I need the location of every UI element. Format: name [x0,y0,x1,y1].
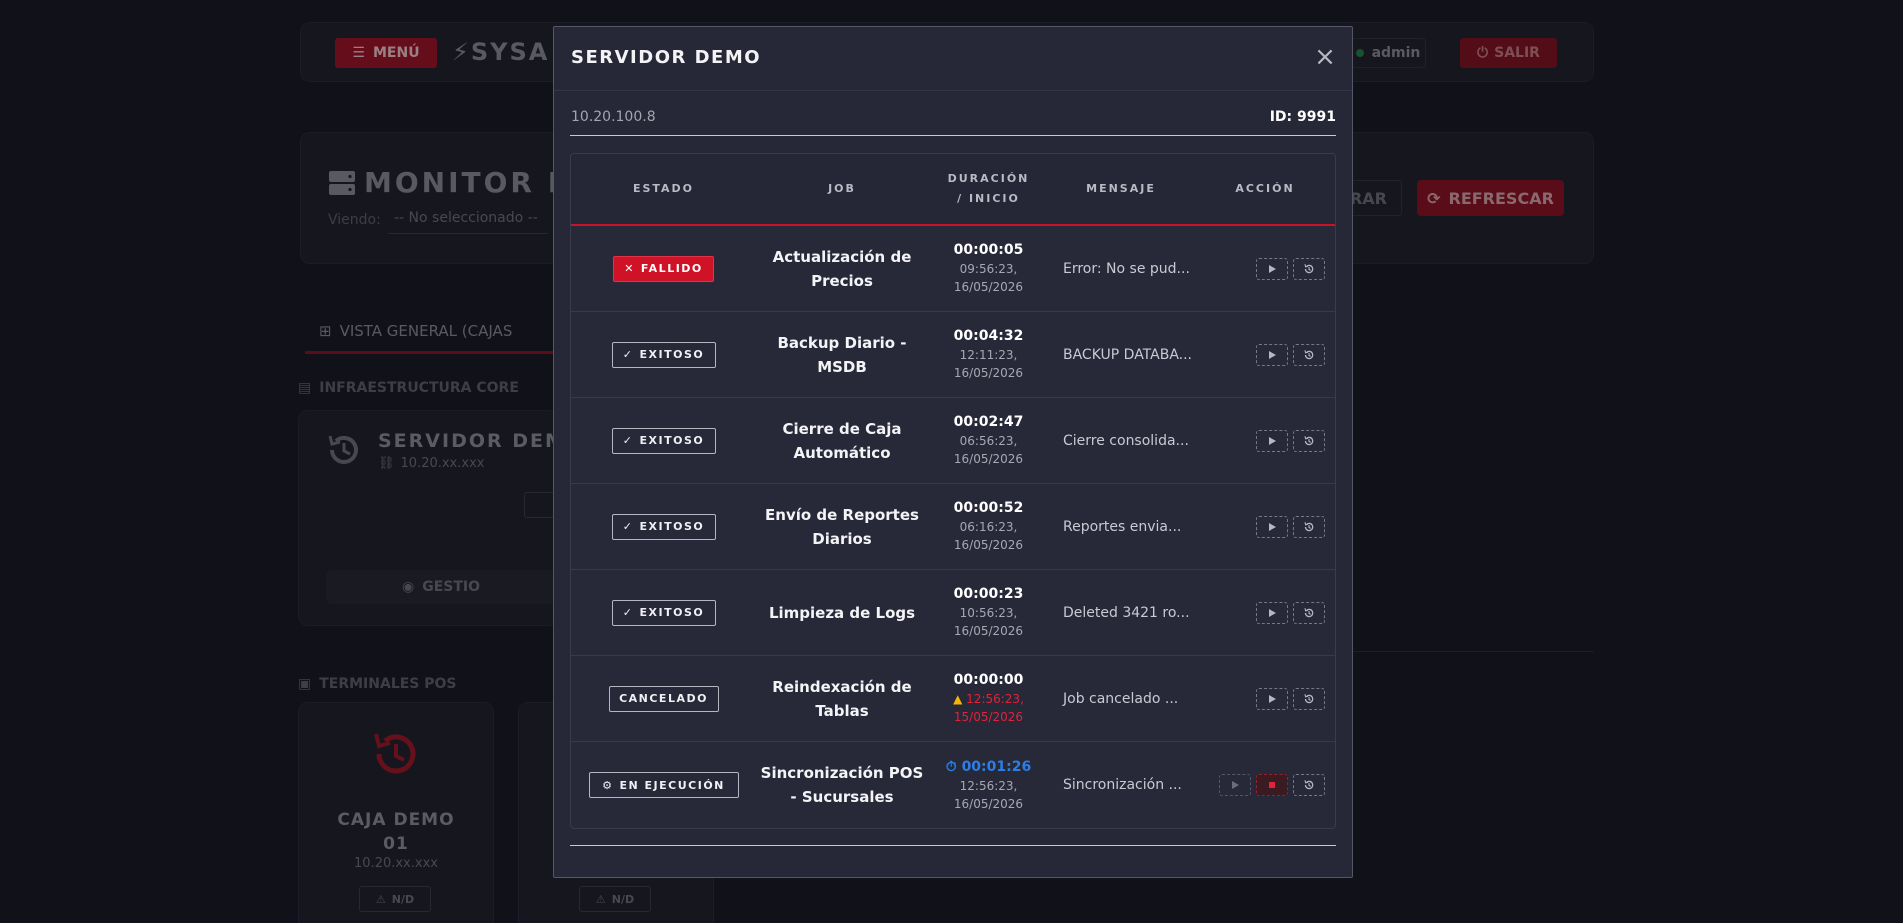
run-job-button[interactable] [1256,343,1288,366]
job-history-button[interactable] [1293,257,1325,280]
run-job-button[interactable] [1256,257,1288,280]
x-icon: ✕ [624,262,635,275]
job-duration: 00:04:32 12:11:23, 16/05/2026 [953,328,1024,380]
status-badge-failed: ✕ FALLIDO [613,255,714,282]
history-icon [1304,521,1314,531]
job-message[interactable]: Job cancelado ... [1049,691,1193,707]
stopwatch-icon: ⏱ [945,758,957,775]
table-row: ✓ EXITOSO Cierre de Caja Automático 00:0… [571,398,1335,484]
status-badge-cancelled: CANCELADO [608,685,719,712]
warning-icon: ▲ [953,692,963,706]
stop-icon [1269,782,1275,788]
close-icon[interactable]: × [1314,44,1336,70]
server-id: ID: 9991 [1269,109,1336,125]
status-badge-running: ⚙ EN EJECUCIÓN [588,772,739,798]
col-accion: ACCIÓN [1235,182,1295,195]
job-message[interactable]: Deleted 3421 ro... [1049,605,1193,621]
server-jobs-modal: SERVIDOR DEMO × 10.20.100.8 ID: 9991 EST… [553,26,1353,878]
table-row: ⚙ EN EJECUCIÓN Sincronización POS - Sucu… [571,742,1335,828]
job-actions [1193,687,1335,710]
job-duration: 00:00:23 10:56:23, 16/05/2026 [953,586,1024,638]
table-header: ESTADO JOB DURACIÓN / INICIO MENSAJE ACC… [571,154,1335,226]
gear-icon: ⚙ [602,778,614,792]
job-name: Cierre de Caja Automático [782,419,902,462]
job-duration: 00:00:52 06:16:23, 16/05/2026 [953,500,1024,552]
col-mensaje: MENSAJE [1086,182,1156,195]
modal-footer-divider [570,845,1336,846]
job-actions [1193,601,1335,624]
job-duration: 00:00:05 09:56:23, 16/05/2026 [953,242,1024,294]
history-icon [1304,263,1314,273]
job-duration: 00:00:00 ▲ 12:56:23, 15/05/2026 [953,672,1024,724]
job-history-button[interactable] [1293,601,1325,624]
play-icon [1269,264,1276,273]
col-job: JOB [828,182,856,195]
play-icon [1269,436,1276,445]
run-job-button[interactable] [1256,515,1288,538]
job-duration: 00:02:47 06:56:23, 16/05/2026 [953,414,1024,466]
job-history-button[interactable] [1293,687,1325,710]
stop-job-button[interactable] [1256,774,1288,796]
run-job-button[interactable] [1219,774,1251,796]
col-estado: ESTADO [632,182,695,195]
job-name: Reindexación de Tablas [772,677,912,720]
play-icon [1269,608,1276,617]
play-icon [1269,522,1276,531]
check-icon: ✓ [622,606,634,619]
job-message[interactable]: Error: No se pud... [1049,261,1193,277]
job-history-button[interactable] [1293,429,1325,452]
job-duration: ⏱ 00:01:26 12:56:23, 16/05/2026 [945,758,1032,811]
job-history-button[interactable] [1293,515,1325,538]
status-badge-success: ✓ EXITOSO [611,341,716,368]
job-name: Envío de Reportes Diarios [765,505,919,548]
job-actions [1193,515,1335,538]
col-duracion: DURACIÓN / INICIO [947,172,1030,205]
play-icon [1232,781,1239,789]
history-icon [1304,349,1314,359]
check-icon: ✓ [622,434,634,447]
history-icon [1304,607,1314,617]
table-row: ✕ FALLIDO Actualización de Precios 00:00… [571,226,1335,312]
modal-title: SERVIDOR DEMO [571,47,762,68]
job-name: Actualización de Precios [772,247,912,290]
job-history-button[interactable] [1293,343,1325,366]
job-actions [1193,774,1335,796]
modal-header: SERVIDOR DEMO × [554,27,1352,91]
job-actions [1193,429,1335,452]
table-row: ✓ EXITOSO Envío de Reportes Diarios 00:0… [571,484,1335,570]
job-actions [1193,257,1335,280]
jobs-table: ESTADO JOB DURACIÓN / INICIO MENSAJE ACC… [570,153,1336,829]
run-job-button[interactable] [1256,601,1288,624]
modal-divider [570,135,1336,136]
job-history-button[interactable] [1293,774,1325,796]
job-message[interactable]: BACKUP DATABA... [1049,347,1193,363]
job-name: Backup Diario - MSDB [777,333,907,376]
history-icon [1304,435,1314,445]
job-message[interactable]: Cierre consolida... [1049,433,1193,449]
status-badge-success: ✓ EXITOSO [611,513,716,540]
play-icon [1269,694,1276,703]
job-name: Sincronización POS - Sucursales [760,764,924,806]
server-ip: 10.20.100.8 [571,109,656,125]
job-actions [1193,343,1335,366]
check-icon: ✓ [622,520,634,533]
job-name: Limpieza de Logs [768,603,916,622]
table-row: CANCELADO Reindexación de Tablas 00:00:0… [571,656,1335,742]
job-message[interactable]: Sincronización ... [1049,777,1193,793]
play-icon [1269,350,1276,359]
table-row: ✓ EXITOSO Backup Diario - MSDB 00:04:32 … [571,312,1335,398]
status-badge-success: ✓ EXITOSO [611,427,716,454]
table-row: ✓ EXITOSO Limpieza de Logs 00:00:23 10:5… [571,570,1335,656]
run-job-button[interactable] [1256,429,1288,452]
run-job-button[interactable] [1256,687,1288,710]
status-badge-success: ✓ EXITOSO [611,599,716,626]
history-icon [1304,780,1314,790]
job-message[interactable]: Reportes envia... [1049,519,1193,535]
check-icon: ✓ [622,348,634,361]
history-icon [1304,693,1314,703]
